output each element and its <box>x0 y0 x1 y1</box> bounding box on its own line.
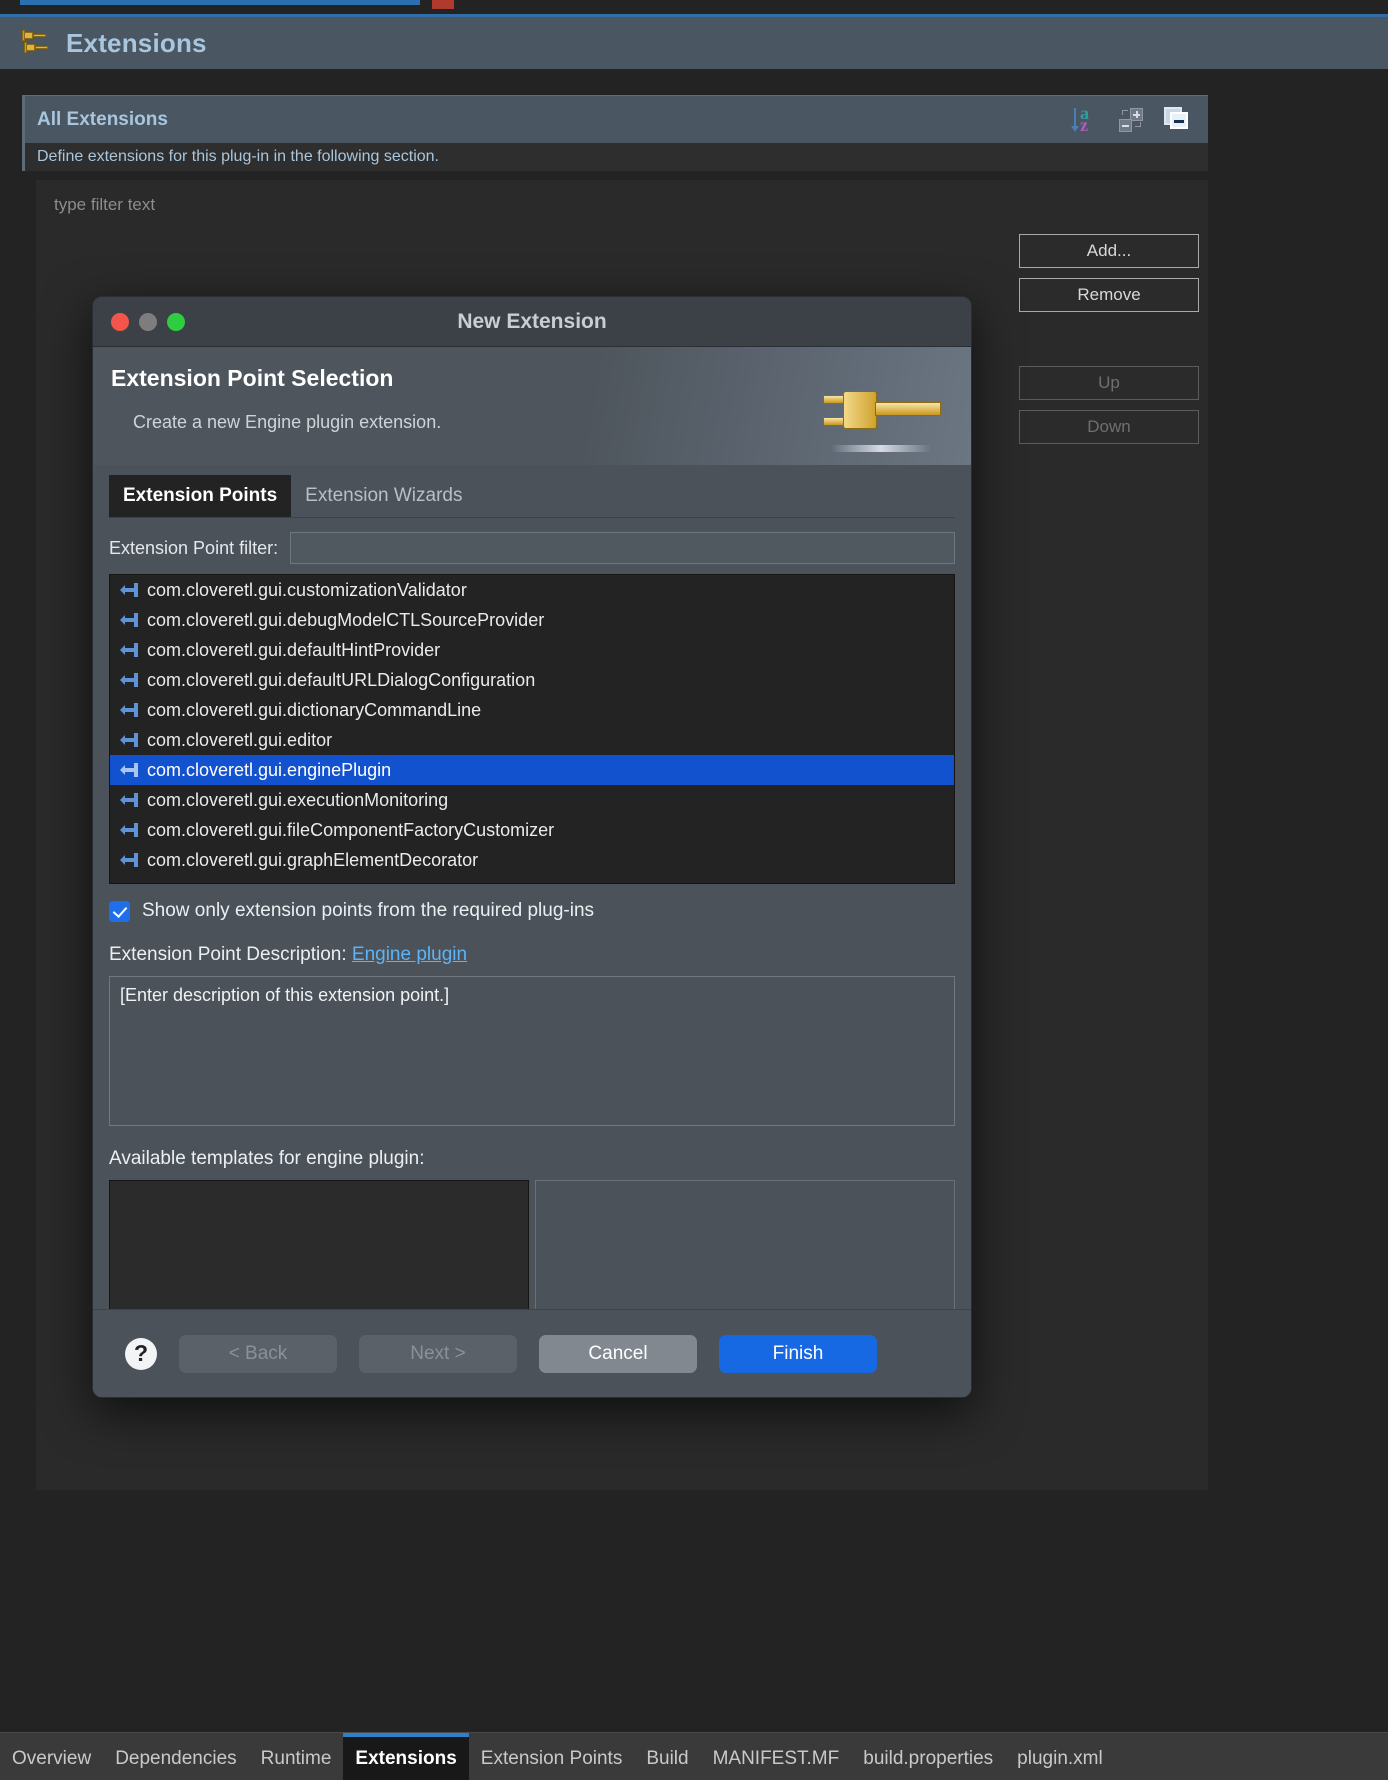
active-editor-tab-accent <box>20 0 420 5</box>
extension-point-icon <box>120 583 138 597</box>
dialog-titlebar: New Extension <box>93 297 971 347</box>
section-toolbar: az <box>1071 103 1198 135</box>
back-button: < Back <box>179 1334 337 1373</box>
extension-point-icon <box>120 853 138 867</box>
sort-az-icon[interactable]: az <box>1071 103 1102 135</box>
bottom-tab-extensions[interactable]: Extensions <box>343 1733 469 1780</box>
new-extension-dialog: New Extension Extension Point Selection … <box>92 296 972 1398</box>
gold-plug-icon <box>821 369 951 459</box>
list-item-label: com.cloveretl.gui.debugModelCTLSourcePro… <box>147 609 545 630</box>
dialog-banner: Extension Point Selection Create a new E… <box>93 347 971 465</box>
cancel-button[interactable]: Cancel <box>539 1334 697 1373</box>
template-preview <box>535 1180 955 1325</box>
list-item-label: com.cloveretl.gui.editor <box>147 729 333 750</box>
templates-row <box>109 1180 955 1325</box>
list-item-label: com.cloveretl.gui.enginePlugin <box>147 759 392 780</box>
extension-point-filter-input[interactable] <box>290 532 955 564</box>
dialog-footer: ? < Back Next > Cancel Finish <box>93 1309 971 1397</box>
bottom-tab-build[interactable]: Build <box>634 1733 700 1780</box>
list-item-label: com.cloveretl.gui.fileComponentFactoryCu… <box>147 819 555 840</box>
filter-input-placeholder: type filter text <box>54 195 156 214</box>
list-item[interactable]: com.cloveretl.gui.customizationValidator <box>110 575 954 605</box>
engine-plugin-link[interactable]: Engine plugin <box>352 944 467 965</box>
list-item[interactable]: com.cloveretl.gui.graphElementDecorator <box>110 845 954 875</box>
down-button: Down <box>1019 410 1199 444</box>
list-item[interactable]: com.cloveretl.gui.dictionaryCommandLine <box>110 695 954 725</box>
list-item-label: com.cloveretl.gui.graphElementDecorator <box>147 849 479 870</box>
extension-point-icon <box>120 823 138 837</box>
add-button[interactable]: Add... <box>1019 234 1199 268</box>
list-item-label: com.cloveretl.gui.customizationValidator <box>147 579 467 600</box>
list-item-label: com.cloveretl.gui.defaultURLDialogConfig… <box>147 669 536 690</box>
filter-row[interactable]: type filter text <box>36 180 1208 230</box>
up-button: Up <box>1019 366 1199 400</box>
extension-point-icon <box>120 793 138 807</box>
tab-extension-wizards[interactable]: Extension Wizards <box>291 475 476 517</box>
section-title: All Extensions <box>37 108 168 130</box>
extension-point-description-label: Extension Point Description: <box>109 944 347 965</box>
editor-tab-marker-icon <box>432 0 454 9</box>
templates-list[interactable] <box>109 1180 529 1325</box>
remove-button[interactable]: Remove <box>1019 278 1199 312</box>
list-item[interactable]: com.cloveretl.gui.editor <box>110 725 954 755</box>
bottom-tab-dependencies[interactable]: Dependencies <box>103 1733 248 1780</box>
available-templates-label: Available templates for engine plugin: <box>109 1148 425 1169</box>
section-description: Define extensions for this plug-in in th… <box>22 143 1208 171</box>
list-item[interactable]: com.cloveretl.gui.fileComponentFactoryCu… <box>110 815 954 845</box>
list-item-label: com.cloveretl.gui.dictionaryCommandLine <box>147 699 482 720</box>
list-item-selected[interactable]: com.cloveretl.gui.enginePlugin <box>110 755 954 785</box>
dialog-tabs: Extension Points Extension Wizards <box>109 475 955 518</box>
plug-extensions-icon <box>22 28 52 58</box>
required-plugins-checkbox-row[interactable]: Show only extension points from the requ… <box>109 900 955 922</box>
list-item-label: com.cloveretl.gui.defaultHintProvider <box>147 639 441 660</box>
extension-point-description-input[interactable]: [Enter description of this extension poi… <box>109 976 955 1126</box>
extension-point-filter-label: Extension Point filter: <box>109 537 279 558</box>
extension-point-icon <box>120 613 138 627</box>
required-plugins-checkbox[interactable] <box>109 900 130 922</box>
extension-point-icon <box>120 673 138 687</box>
extension-point-description-row: Extension Point Description: Engine plug… <box>109 944 955 966</box>
expand-collapse-icon[interactable] <box>1118 107 1146 133</box>
finish-button[interactable]: Finish <box>719 1334 877 1373</box>
bottom-tab-plugin-xml[interactable]: plugin.xml <box>1005 1733 1115 1780</box>
list-item[interactable]: com.cloveretl.gui.debugModelCTLSourcePro… <box>110 605 954 635</box>
editor-bottom-tabs: Overview Dependencies Runtime Extensions… <box>0 1732 1388 1780</box>
list-item[interactable]: com.cloveretl.gui.defaultURLDialogConfig… <box>110 665 954 695</box>
bottom-tab-runtime[interactable]: Runtime <box>249 1733 344 1780</box>
page-title: Extensions <box>66 27 207 58</box>
restore-view-icon[interactable] <box>1162 106 1192 134</box>
next-button: Next > <box>359 1334 517 1373</box>
bottom-tab-manifest[interactable]: MANIFEST.MF <box>701 1733 852 1780</box>
extension-point-icon <box>120 703 138 717</box>
list-item[interactable]: com.cloveretl.gui.executionMonitoring <box>110 785 954 815</box>
app-root: Extensions All Extensions az Define exte… <box>0 0 1388 1780</box>
tab-extension-points[interactable]: Extension Points <box>109 475 292 517</box>
extension-point-icon <box>120 733 138 747</box>
bottom-tab-extension-points[interactable]: Extension Points <box>469 1733 635 1780</box>
list-item[interactable]: com.cloveretl.gui.defaultHintProvider <box>110 635 954 665</box>
list-item-label: com.cloveretl.gui.executionMonitoring <box>147 789 449 810</box>
extension-point-filter-row: Extension Point filter: <box>109 532 955 564</box>
help-icon[interactable]: ? <box>125 1337 157 1370</box>
extension-point-list[interactable]: com.cloveretl.gui.customizationValidator… <box>109 574 955 884</box>
all-extensions-section-header: All Extensions az <box>22 95 1208 143</box>
bottom-tab-overview[interactable]: Overview <box>0 1733 103 1780</box>
extension-point-icon <box>120 643 138 657</box>
required-plugins-checkbox-label: Show only extension points from the requ… <box>142 900 595 921</box>
dialog-body: Extension Points Extension Wizards Exten… <box>93 465 971 1325</box>
dialog-title: New Extension <box>457 309 607 333</box>
editor-tabs-sliver <box>0 0 1388 14</box>
side-button-group: Add... Remove Up Down <box>1019 234 1199 454</box>
extension-point-icon <box>120 763 138 777</box>
bottom-tab-build-properties[interactable]: build.properties <box>851 1733 1005 1780</box>
form-header: Extensions <box>0 14 1388 69</box>
